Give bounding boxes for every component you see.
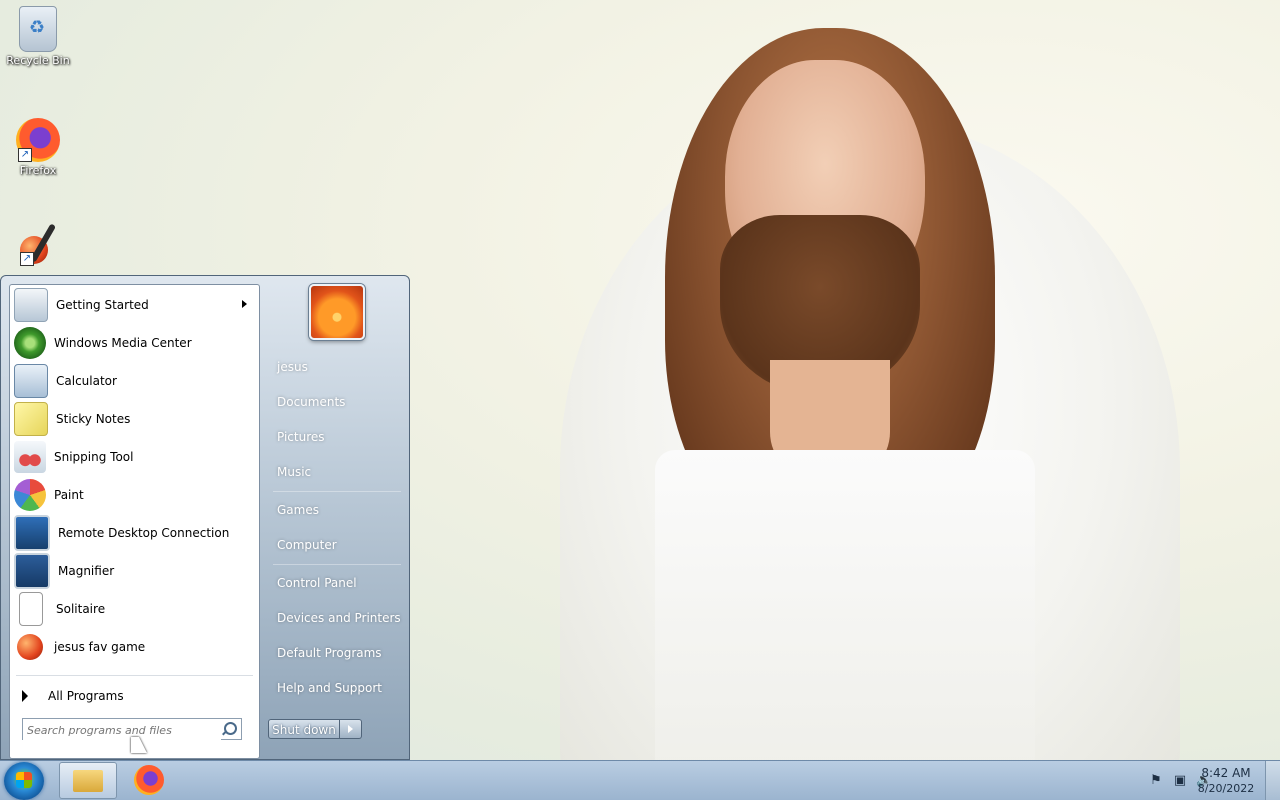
network-icon[interactable]: ▣	[1172, 773, 1188, 789]
program-snipping-tool[interactable]: Snipping Tool	[12, 439, 257, 475]
program-label: Sticky Notes	[56, 412, 131, 426]
program-windows-media-center[interactable]: Windows Media Center	[12, 325, 257, 361]
arrow-right-icon	[22, 690, 28, 702]
program-label: Paint	[54, 488, 84, 502]
all-programs-button[interactable]: All Programs	[16, 683, 256, 709]
taskbar: ⚑ ▣ 🔈 8:42 AM 8/20/2022	[0, 760, 1280, 800]
divider	[273, 564, 401, 565]
link-help-support[interactable]: Help and Support	[277, 681, 382, 695]
search-input[interactable]	[23, 720, 221, 740]
wallpaper-shirt	[655, 450, 1035, 760]
user-avatar[interactable]	[309, 284, 365, 340]
program-calculator[interactable]: Calculator	[12, 363, 257, 399]
link-games[interactable]: Games	[277, 503, 319, 517]
folder-icon	[73, 770, 103, 792]
shortcut-arrow-icon: ↗	[20, 252, 34, 266]
sticky-notes-icon	[14, 402, 48, 436]
program-magnifier[interactable]: Magnifier	[12, 553, 257, 589]
firefox-icon: ↗	[16, 118, 60, 162]
program-label: Getting Started	[56, 298, 149, 312]
link-computer[interactable]: Computer	[277, 538, 337, 552]
calculator-icon	[14, 364, 48, 398]
shutdown-button[interactable]: Shut down	[268, 719, 340, 739]
paint-game-icon	[17, 634, 43, 660]
firefox-icon	[134, 765, 164, 795]
divider	[16, 675, 253, 676]
mouse-cursor-icon	[131, 737, 147, 753]
link-devices-printers[interactable]: Devices and Printers	[277, 611, 401, 625]
desktop-icon-firefox[interactable]: ↗ Firefox	[2, 118, 74, 177]
program-solitaire[interactable]: Solitaire	[12, 591, 257, 627]
paint-game-icon: ↗	[18, 222, 62, 266]
program-jesus-fav-game[interactable]: jesus fav game	[12, 629, 257, 665]
clock-date: 8/20/2022	[1197, 782, 1255, 795]
magnifier-icon	[14, 553, 50, 589]
start-menu-programs-pane: Getting Started Windows Media Center Cal…	[9, 284, 260, 759]
start-menu: Getting Started Windows Media Center Cal…	[0, 275, 410, 760]
program-label: Solitaire	[56, 602, 106, 616]
start-menu-right-pane: jesus Documents Pictures Music Games Com…	[263, 276, 409, 761]
program-paint[interactable]: Paint	[12, 477, 257, 513]
snipping-tool-icon	[14, 441, 46, 473]
desktop-icon-label: Firefox	[19, 164, 57, 177]
action-center-flag-icon[interactable]: ⚑	[1148, 773, 1164, 789]
link-pictures[interactable]: Pictures	[277, 430, 325, 444]
taskbar-windows-explorer[interactable]	[59, 762, 117, 799]
all-programs-label: All Programs	[48, 689, 124, 703]
clock-time: 8:42 AM	[1201, 766, 1251, 780]
program-getting-started[interactable]: Getting Started	[12, 287, 257, 323]
recycle-bin-icon	[19, 6, 57, 52]
program-label: Snipping Tool	[54, 450, 134, 464]
program-label: Remote Desktop Connection	[58, 526, 230, 540]
solitaire-icon	[19, 592, 43, 626]
media-center-icon	[14, 327, 46, 359]
shortcut-arrow-icon: ↗	[18, 148, 32, 162]
desktop-icon-paint-game[interactable]: ↗	[4, 222, 76, 268]
shutdown-options-button[interactable]	[340, 719, 362, 739]
program-sticky-notes[interactable]: Sticky Notes	[12, 401, 257, 437]
clock[interactable]: 8:42 AM 8/20/2022	[1196, 765, 1256, 797]
divider	[273, 491, 401, 492]
submenu-arrow-icon[interactable]	[242, 300, 247, 308]
desktop-icon-recycle-bin[interactable]: Recycle Bin	[2, 6, 74, 67]
paint-icon	[14, 479, 46, 511]
remote-desktop-icon	[14, 515, 50, 551]
show-desktop-button[interactable]	[1265, 761, 1280, 800]
link-documents[interactable]: Documents	[277, 395, 345, 409]
start-button[interactable]	[4, 762, 44, 800]
program-remote-desktop[interactable]: Remote Desktop Connection	[12, 515, 257, 551]
program-label: Magnifier	[58, 564, 115, 578]
program-label: Windows Media Center	[54, 336, 192, 350]
link-user-folder[interactable]: jesus	[277, 360, 308, 374]
link-control-panel[interactable]: Control Panel	[277, 576, 357, 590]
getting-started-icon	[14, 288, 48, 322]
taskbar-firefox[interactable]	[121, 762, 179, 799]
link-default-programs[interactable]: Default Programs	[277, 646, 382, 660]
search-icon[interactable]	[224, 722, 237, 735]
program-label: Calculator	[56, 374, 117, 388]
program-label: jesus fav game	[54, 640, 146, 654]
link-music[interactable]: Music	[277, 465, 311, 479]
desktop-icon-label: Recycle Bin	[6, 54, 70, 67]
